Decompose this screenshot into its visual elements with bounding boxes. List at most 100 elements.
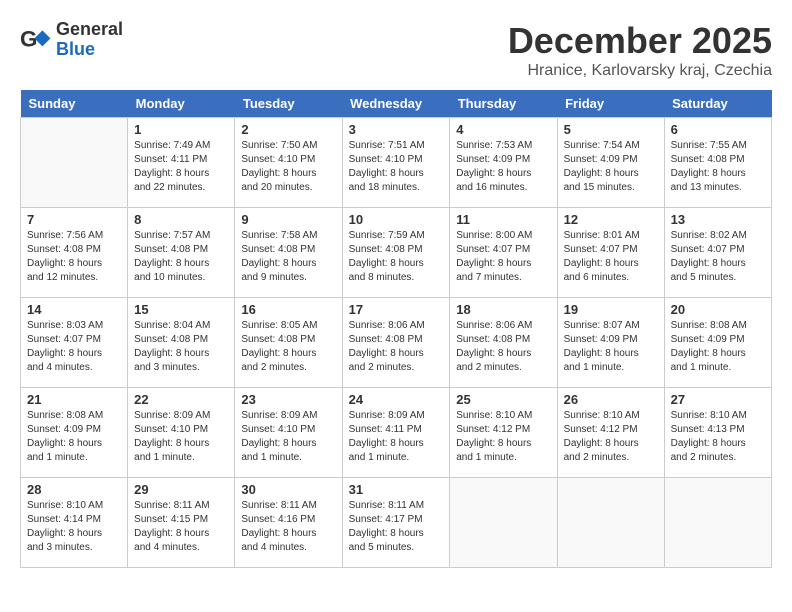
day-info: Sunrise: 7:57 AM Sunset: 4:08 PM Dayligh… [134,229,228,285]
logo: G General Blue [20,20,123,60]
calendar-table: SundayMondayTuesdayWednesdayThursdayFrid… [20,90,772,568]
month-title: December 2025 [508,20,772,62]
weekday-header-wednesday: Wednesday [342,90,450,118]
day-info: Sunrise: 8:04 AM Sunset: 4:08 PM Dayligh… [134,319,228,375]
day-number: 5 [564,122,658,137]
calendar-cell [557,478,664,568]
day-number: 6 [671,122,765,137]
logo-text: General Blue [56,20,123,60]
calendar-cell: 8Sunrise: 7:57 AM Sunset: 4:08 PM Daylig… [128,208,235,298]
calendar-cell: 21 Sunrise: 8:08 AM Sunset: 4:09 PM Dayli… [21,388,128,478]
day-info: Sunrise: 8:09 AM Sunset: 4:10 PM Dayligh… [241,409,335,465]
day-number: 13 [671,212,765,227]
day-number: 29 [134,482,228,497]
day-info: Sunrise: 8:09 AM Sunset: 4:11 PM Dayligh… [349,409,444,465]
day-number: 24 [349,392,444,407]
day-number: 19 [564,302,658,317]
day-number: 3 [349,122,444,137]
day-info: Sunrise: 7:55 AM Sunset: 4:08 PM Dayligh… [671,139,765,195]
day-info: Sunrise: 8:08 AM Sunset: 4:09 PM Dayligh… [27,409,121,465]
calendar-cell: 10Sunrise: 7:59 AM Sunset: 4:08 PM Dayli… [342,208,450,298]
calendar-cell: 14Sunrise: 8:03 AM Sunset: 4:07 PM Dayli… [21,298,128,388]
calendar-cell: 27Sunrise: 8:10 AM Sunset: 4:13 PM Dayli… [664,388,771,478]
calendar-week-row: 21 Sunrise: 8:08 AM Sunset: 4:09 PM Dayli… [21,388,772,478]
day-info: Sunrise: 8:10 AM Sunset: 4:14 PM Dayligh… [27,499,121,555]
day-info: Sunrise: 7:49 AM Sunset: 4:11 PM Dayligh… [134,139,228,195]
calendar-cell: 22Sunrise: 8:09 AM Sunset: 4:10 PM Dayli… [128,388,235,478]
day-number: 4 [456,122,550,137]
day-info: Sunrise: 7:59 AM Sunset: 4:08 PM Dayligh… [349,229,444,285]
calendar-cell: 5 Sunrise: 7:54 AM Sunset: 4:09 PM Daylig… [557,118,664,208]
calendar-cell: 4 Sunrise: 7:53 AM Sunset: 4:09 PM Daylig… [450,118,557,208]
day-number: 28 [27,482,121,497]
day-info: Sunrise: 8:03 AM Sunset: 4:07 PM Dayligh… [27,319,121,375]
location-title: Hranice, Karlovarsky kraj, Czechia [508,62,772,80]
calendar-cell: 7 Sunrise: 7:56 AM Sunset: 4:08 PM Daylig… [21,208,128,298]
calendar-week-row: 28 Sunrise: 8:10 AM Sunset: 4:14 PM Dayli… [21,478,772,568]
day-info: Sunrise: 8:07 AM Sunset: 4:09 PM Dayligh… [564,319,658,375]
calendar-cell: 9 Sunrise: 7:58 AM Sunset: 4:08 PM Daylig… [235,208,342,298]
day-info: Sunrise: 7:53 AM Sunset: 4:09 PM Dayligh… [456,139,550,195]
weekday-header-tuesday: Tuesday [235,90,342,118]
calendar-cell: 11 Sunrise: 8:00 AM Sunset: 4:07 PM Dayli… [450,208,557,298]
day-number: 22 [134,392,228,407]
header: G General Blue December 2025 Hranice, Ka… [20,20,772,80]
calendar-cell: 16Sunrise: 8:05 AM Sunset: 4:08 PM Dayli… [235,298,342,388]
day-number: 7 [27,212,121,227]
day-number: 20 [671,302,765,317]
day-info: Sunrise: 8:10 AM Sunset: 4:12 PM Dayligh… [456,409,550,465]
day-number: 15 [134,302,228,317]
calendar-cell [664,478,771,568]
calendar-cell: 19 Sunrise: 8:07 AM Sunset: 4:09 PM Dayli… [557,298,664,388]
day-number: 30 [241,482,335,497]
day-info: Sunrise: 7:50 AM Sunset: 4:10 PM Dayligh… [241,139,335,195]
day-number: 11 [456,212,550,227]
calendar-cell: 13 Sunrise: 8:02 AM Sunset: 4:07 PM Dayli… [664,208,771,298]
calendar-cell: 24 Sunrise: 8:09 AM Sunset: 4:11 PM Dayli… [342,388,450,478]
calendar-cell: 25Sunrise: 8:10 AM Sunset: 4:12 PM Dayli… [450,388,557,478]
calendar-cell: 28 Sunrise: 8:10 AM Sunset: 4:14 PM Dayli… [21,478,128,568]
day-number: 23 [241,392,335,407]
weekday-header-sunday: Sunday [21,90,128,118]
day-info: Sunrise: 7:54 AM Sunset: 4:09 PM Dayligh… [564,139,658,195]
calendar-cell: 29Sunrise: 8:11 AM Sunset: 4:15 PM Dayli… [128,478,235,568]
calendar-cell: 17 Sunrise: 8:06 AM Sunset: 4:08 PM Dayli… [342,298,450,388]
calendar-cell: 6 Sunrise: 7:55 AM Sunset: 4:08 PM Daylig… [664,118,771,208]
title-area: December 2025 Hranice, Karlovarsky kraj,… [508,20,772,80]
calendar-cell [21,118,128,208]
day-info: Sunrise: 8:10 AM Sunset: 4:13 PM Dayligh… [671,409,765,465]
svg-text:G: G [20,26,37,51]
day-info: Sunrise: 7:56 AM Sunset: 4:08 PM Dayligh… [27,229,121,285]
weekday-header-row: SundayMondayTuesdayWednesdayThursdayFrid… [21,90,772,118]
day-number: 31 [349,482,444,497]
day-number: 21 [27,392,121,407]
day-number: 16 [241,302,335,317]
day-info: Sunrise: 8:06 AM Sunset: 4:08 PM Dayligh… [349,319,444,375]
day-number: 17 [349,302,444,317]
calendar-cell: 31Sunrise: 8:11 AM Sunset: 4:17 PM Dayli… [342,478,450,568]
day-info: Sunrise: 8:01 AM Sunset: 4:07 PM Dayligh… [564,229,658,285]
weekday-header-thursday: Thursday [450,90,557,118]
logo-general: General [56,20,123,40]
day-info: Sunrise: 8:06 AM Sunset: 4:08 PM Dayligh… [456,319,550,375]
day-info: Sunrise: 8:08 AM Sunset: 4:09 PM Dayligh… [671,319,765,375]
day-number: 9 [241,212,335,227]
calendar-cell: 1 Sunrise: 7:49 AM Sunset: 4:11 PM Daylig… [128,118,235,208]
calendar-cell: 3 Sunrise: 7:51 AM Sunset: 4:10 PM Daylig… [342,118,450,208]
calendar-cell: 2Sunrise: 7:50 AM Sunset: 4:10 PM Daylig… [235,118,342,208]
day-info: Sunrise: 7:58 AM Sunset: 4:08 PM Dayligh… [241,229,335,285]
day-number: 18 [456,302,550,317]
calendar-week-row: 1 Sunrise: 7:49 AM Sunset: 4:11 PM Daylig… [21,118,772,208]
day-info: Sunrise: 8:02 AM Sunset: 4:07 PM Dayligh… [671,229,765,285]
logo-blue: Blue [56,40,123,60]
day-info: Sunrise: 7:51 AM Sunset: 4:10 PM Dayligh… [349,139,444,195]
calendar-cell: 12Sunrise: 8:01 AM Sunset: 4:07 PM Dayli… [557,208,664,298]
calendar-cell: 30 Sunrise: 8:11 AM Sunset: 4:16 PM Dayli… [235,478,342,568]
day-info: Sunrise: 8:11 AM Sunset: 4:16 PM Dayligh… [241,499,335,555]
calendar-cell: 18 Sunrise: 8:06 AM Sunset: 4:08 PM Dayli… [450,298,557,388]
day-info: Sunrise: 8:00 AM Sunset: 4:07 PM Dayligh… [456,229,550,285]
calendar-cell: 15 Sunrise: 8:04 AM Sunset: 4:08 PM Dayli… [128,298,235,388]
day-info: Sunrise: 8:10 AM Sunset: 4:12 PM Dayligh… [564,409,658,465]
day-number: 1 [134,122,228,137]
day-number: 26 [564,392,658,407]
